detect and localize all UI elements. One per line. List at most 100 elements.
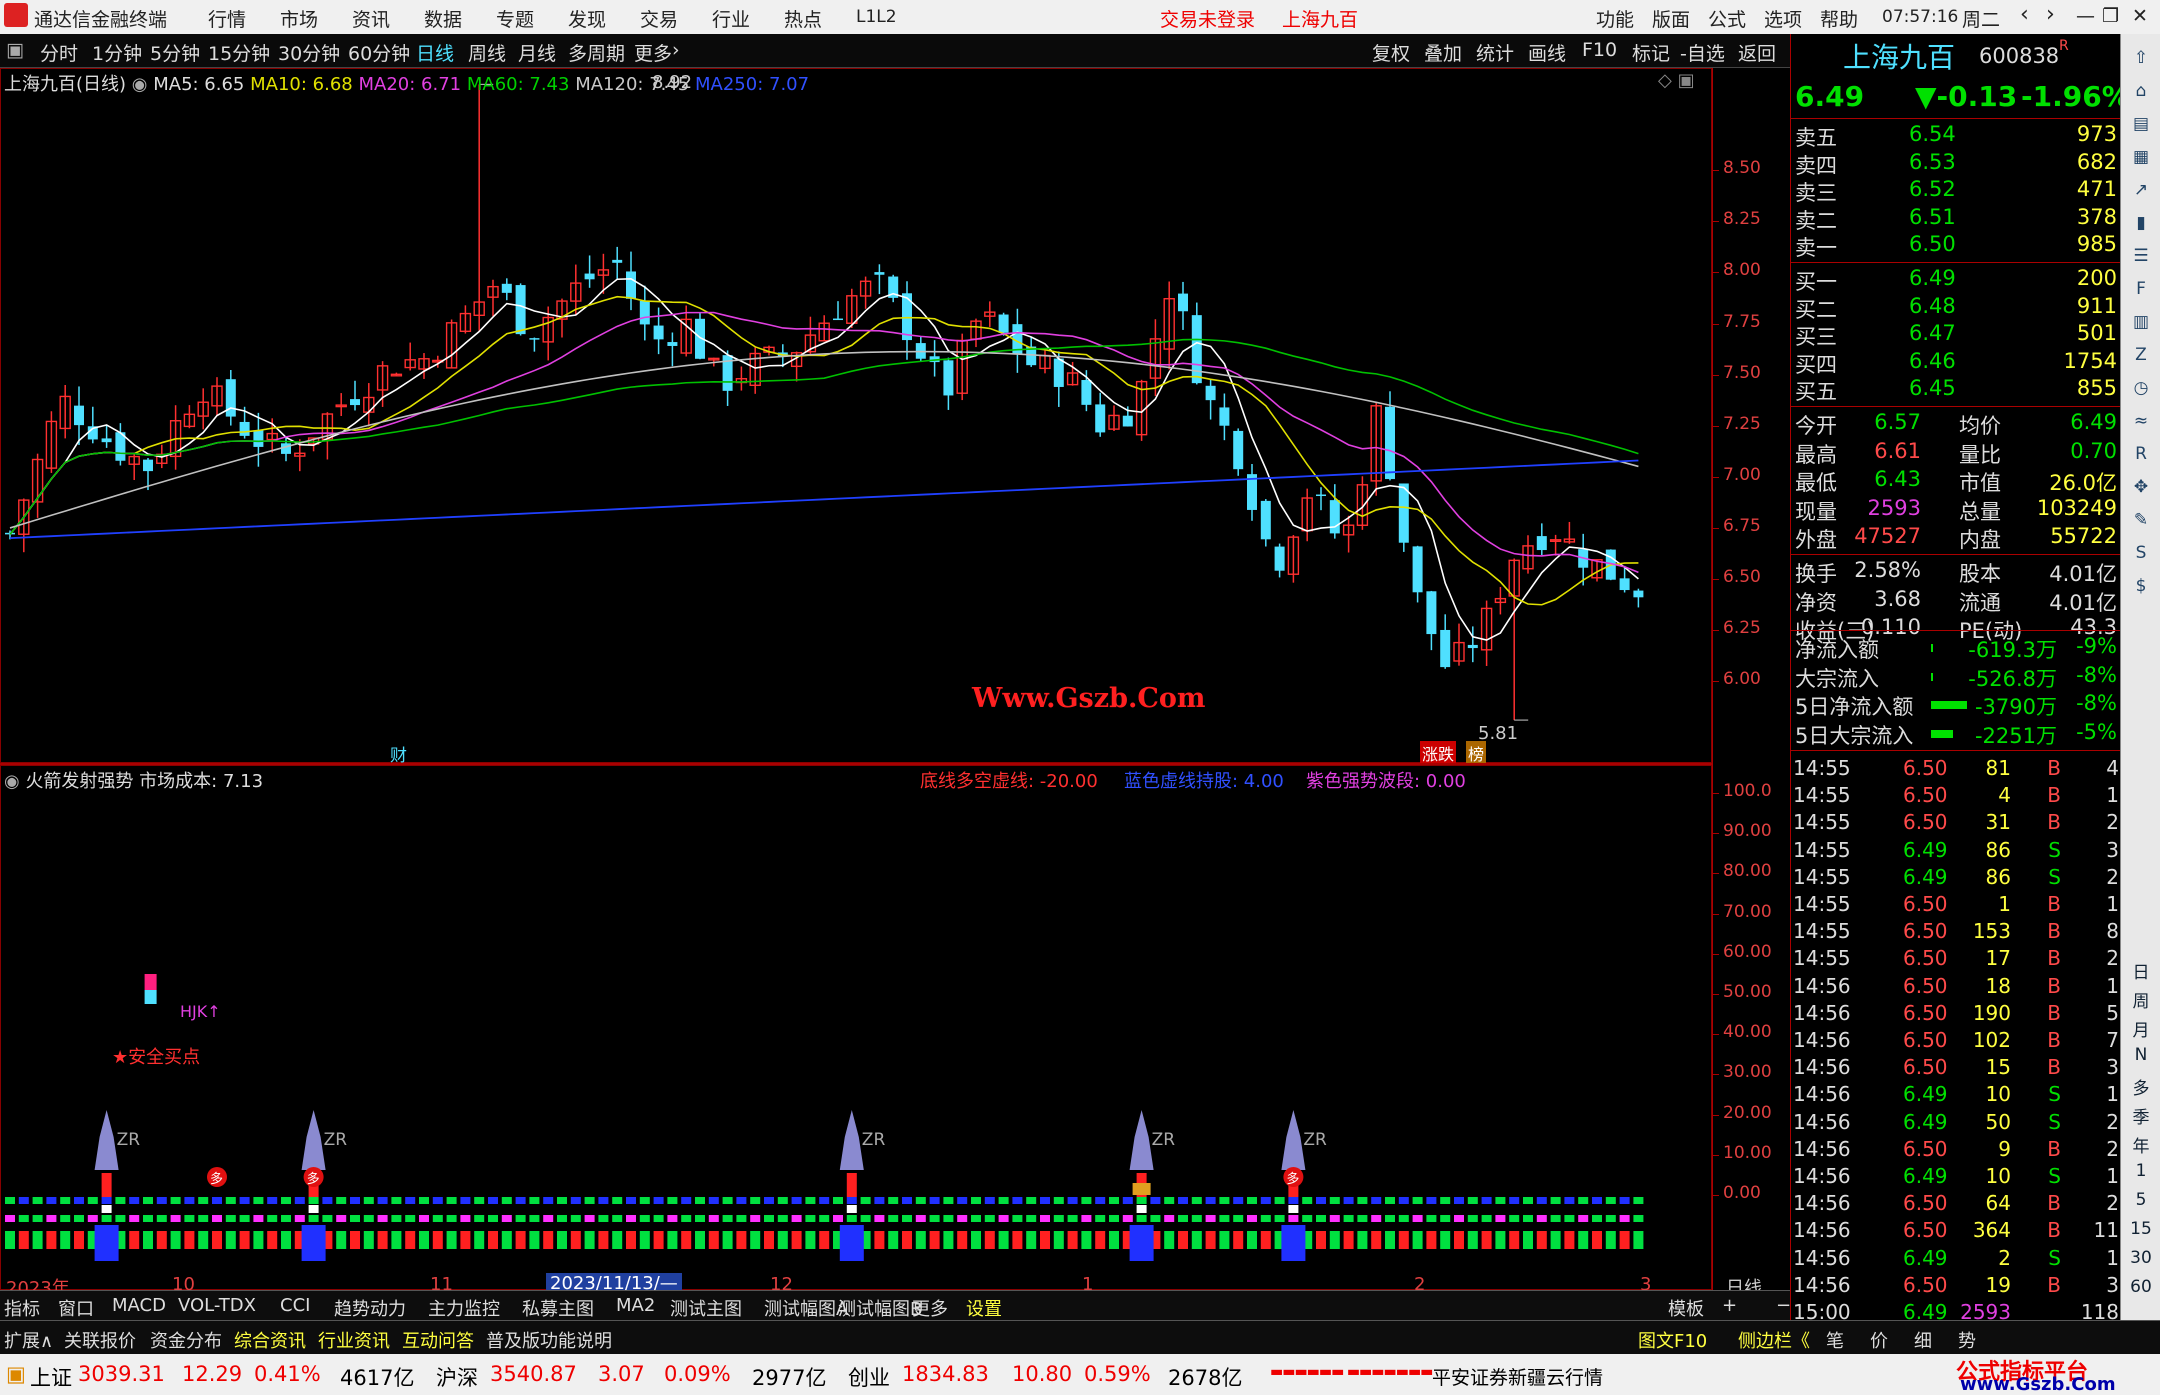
home-icon[interactable]: ⌂: [2127, 77, 2155, 105]
sidebar-period-0[interactable]: 日: [2121, 958, 2160, 983]
menu-news[interactable]: 资讯: [352, 5, 390, 32]
close-icon[interactable]: ✕: [2132, 5, 2148, 27]
legend-toggle-icon[interactable]: ◉: [132, 74, 153, 95]
btn-back[interactable]: 返回: [1738, 39, 1776, 66]
chart-options-icon[interactable]: ◇ ▣: [1658, 70, 1695, 91]
indicator-tab-6[interactable]: 主力监控: [428, 1295, 500, 1321]
period-daily[interactable]: 日线: [416, 39, 454, 66]
indicator-tab-3[interactable]: VOL-TDX: [178, 1295, 256, 1316]
btn-fuquan[interactable]: 复权: [1372, 39, 1410, 66]
menu-industry[interactable]: 行业: [712, 5, 750, 32]
f10-icon[interactable]: F: [2127, 275, 2155, 303]
restore-icon[interactable]: ❐: [2102, 5, 2119, 27]
list-icon[interactable]: ☰: [2127, 242, 2155, 270]
panel-toggle-icon[interactable]: ▣: [6, 39, 24, 61]
sidebar-period-5[interactable]: 季: [2121, 1103, 2160, 1128]
indicator-tab-5[interactable]: 趋势动力: [334, 1295, 406, 1321]
menu-discover[interactable]: 发现: [568, 5, 606, 32]
bang-marker[interactable]: 榜: [1466, 741, 1487, 765]
period-60min[interactable]: 60分钟: [348, 39, 410, 66]
status-hs-label[interactable]: 沪深: [436, 1362, 478, 1392]
period-1min[interactable]: 1分钟: [92, 39, 142, 66]
indicator-tab-12[interactable]: 更多: [912, 1295, 948, 1321]
extension-right-0[interactable]: 图文F10: [1638, 1327, 1707, 1353]
zhangdie-marker[interactable]: 涨跌: [1420, 741, 1457, 765]
kline-chart[interactable]: 上海九百(日线) ◉ MA5: 6.65 MA10: 6.68 MA20: 6.…: [0, 68, 1712, 766]
indicator-toggle-icon[interactable]: ◉: [4, 771, 25, 792]
period-30min[interactable]: 30分钟: [278, 39, 340, 66]
btn-overlay[interactable]: 叠加: [1424, 39, 1462, 66]
sidebar-period-4[interactable]: 多: [2121, 1074, 2160, 1099]
btn-stats[interactable]: 统计: [1476, 39, 1514, 66]
status-sh-icon[interactable]: ▣: [6, 1362, 26, 1386]
kline-svg[interactable]: [0, 68, 1712, 763]
sidebar-period-10[interactable]: 30: [2121, 1248, 2160, 1268]
extension-right-2[interactable]: 笔: [1826, 1327, 1844, 1353]
menu-data[interactable]: 数据: [424, 5, 462, 32]
period-5min[interactable]: 5分钟: [150, 39, 200, 66]
extension-right-3[interactable]: 价: [1870, 1327, 1888, 1353]
period-fenshi[interactable]: 分时: [40, 39, 78, 66]
menu-options[interactable]: 选项: [1764, 5, 1802, 32]
menu-hot[interactable]: 热点: [784, 5, 822, 32]
extension-tab-4[interactable]: 行业资讯: [318, 1327, 390, 1353]
menu-formula[interactable]: 公式: [1708, 5, 1746, 32]
back-arrow-icon[interactable]: ‹: [2020, 2, 2029, 27]
up-arrow-icon[interactable]: ⇧: [2127, 44, 2155, 72]
sidebar-period-1[interactable]: 周: [2121, 987, 2160, 1012]
indicator-tab-9[interactable]: 测试主图: [670, 1295, 742, 1321]
news-icon[interactable]: ▤: [2127, 110, 2155, 138]
period-more[interactable]: 更多: [634, 39, 672, 66]
extension-tab-6[interactable]: 普及版功能说明: [486, 1327, 612, 1353]
period-weekly[interactable]: 周线: [468, 39, 506, 66]
grid-icon[interactable]: ▦: [2127, 143, 2155, 171]
status-sh-label[interactable]: 上证: [30, 1362, 72, 1392]
extension-tab-0[interactable]: 扩展∧: [4, 1327, 53, 1353]
indicator-pane[interactable]: ZR ZR ZR ZR ZR 多 多 多 ◉ 火箭发射强势 市场成本: 7.13 底线多空虚线…: [0, 765, 1712, 1290]
move-icon[interactable]: ✥: [2127, 473, 2155, 501]
rsi-icon[interactable]: R: [2127, 440, 2155, 468]
status-cy-label[interactable]: 创业: [848, 1362, 890, 1392]
minimize-icon[interactable]: —: [2076, 5, 2095, 27]
chevron-right-icon[interactable]: ›: [672, 39, 680, 61]
chart-icon[interactable]: ↗: [2127, 176, 2155, 204]
login-status[interactable]: 交易未登录: [1160, 5, 1255, 32]
indicator-tab-7[interactable]: 私募主图: [522, 1295, 594, 1321]
menu-trade[interactable]: 交易: [640, 5, 678, 32]
pen-icon[interactable]: ✎: [2127, 506, 2155, 534]
extension-right-4[interactable]: 细: [1914, 1327, 1932, 1353]
menu-hq[interactable]: 行情: [208, 5, 246, 32]
fund-icon[interactable]: $: [2127, 572, 2155, 600]
btn-draw[interactable]: 画线: [1528, 39, 1566, 66]
menu-function[interactable]: 功能: [1596, 5, 1634, 32]
sidebar-period-11[interactable]: 60: [2121, 1277, 2160, 1297]
forward-arrow-icon[interactable]: ›: [2046, 2, 2055, 27]
extension-tab-2[interactable]: 资金分布: [150, 1327, 222, 1353]
extension-right-1[interactable]: 侧边栏《: [1738, 1327, 1810, 1353]
indicator-tab-13[interactable]: 设置: [966, 1295, 1002, 1321]
table-icon[interactable]: ▥: [2127, 308, 2155, 336]
sidebar-period-2[interactable]: 月: [2121, 1016, 2160, 1041]
sidebar-period-7[interactable]: 1: [2121, 1161, 2160, 1181]
fs-icon[interactable]: S: [2127, 539, 2155, 567]
clock-icon[interactable]: ◷: [2127, 374, 2155, 402]
sidebar-period-9[interactable]: 15: [2121, 1219, 2160, 1239]
indicator-tab-4[interactable]: CCI: [280, 1295, 310, 1316]
kline-icon[interactable]: ▮: [2127, 209, 2155, 237]
btn-f10[interactable]: F10: [1582, 39, 1617, 61]
indicator-tab-2[interactable]: MACD: [112, 1295, 166, 1316]
period-multi[interactable]: 多周期: [568, 39, 625, 66]
indicator-tab-1[interactable]: 窗口: [58, 1295, 94, 1321]
indicator-tab-11[interactable]: 测试幅图B: [838, 1295, 922, 1321]
period-monthly[interactable]: 月线: [518, 39, 556, 66]
bottom-right-btn-1[interactable]: +: [1722, 1295, 1737, 1316]
indicator-tab-0[interactable]: 指标: [4, 1295, 40, 1321]
btn-mark[interactable]: 标记: [1632, 39, 1670, 66]
extension-tab-1[interactable]: 关联报价: [64, 1327, 136, 1353]
btn-remove-fav[interactable]: -自选: [1680, 39, 1725, 66]
menu-market[interactable]: 市场: [280, 5, 318, 32]
sidebar-period-6[interactable]: 年: [2121, 1132, 2160, 1157]
fz-icon[interactable]: Z: [2127, 341, 2155, 369]
indicator-tab-8[interactable]: MA2: [616, 1295, 655, 1316]
indicator-tab-10[interactable]: 测试幅图A: [764, 1295, 848, 1321]
